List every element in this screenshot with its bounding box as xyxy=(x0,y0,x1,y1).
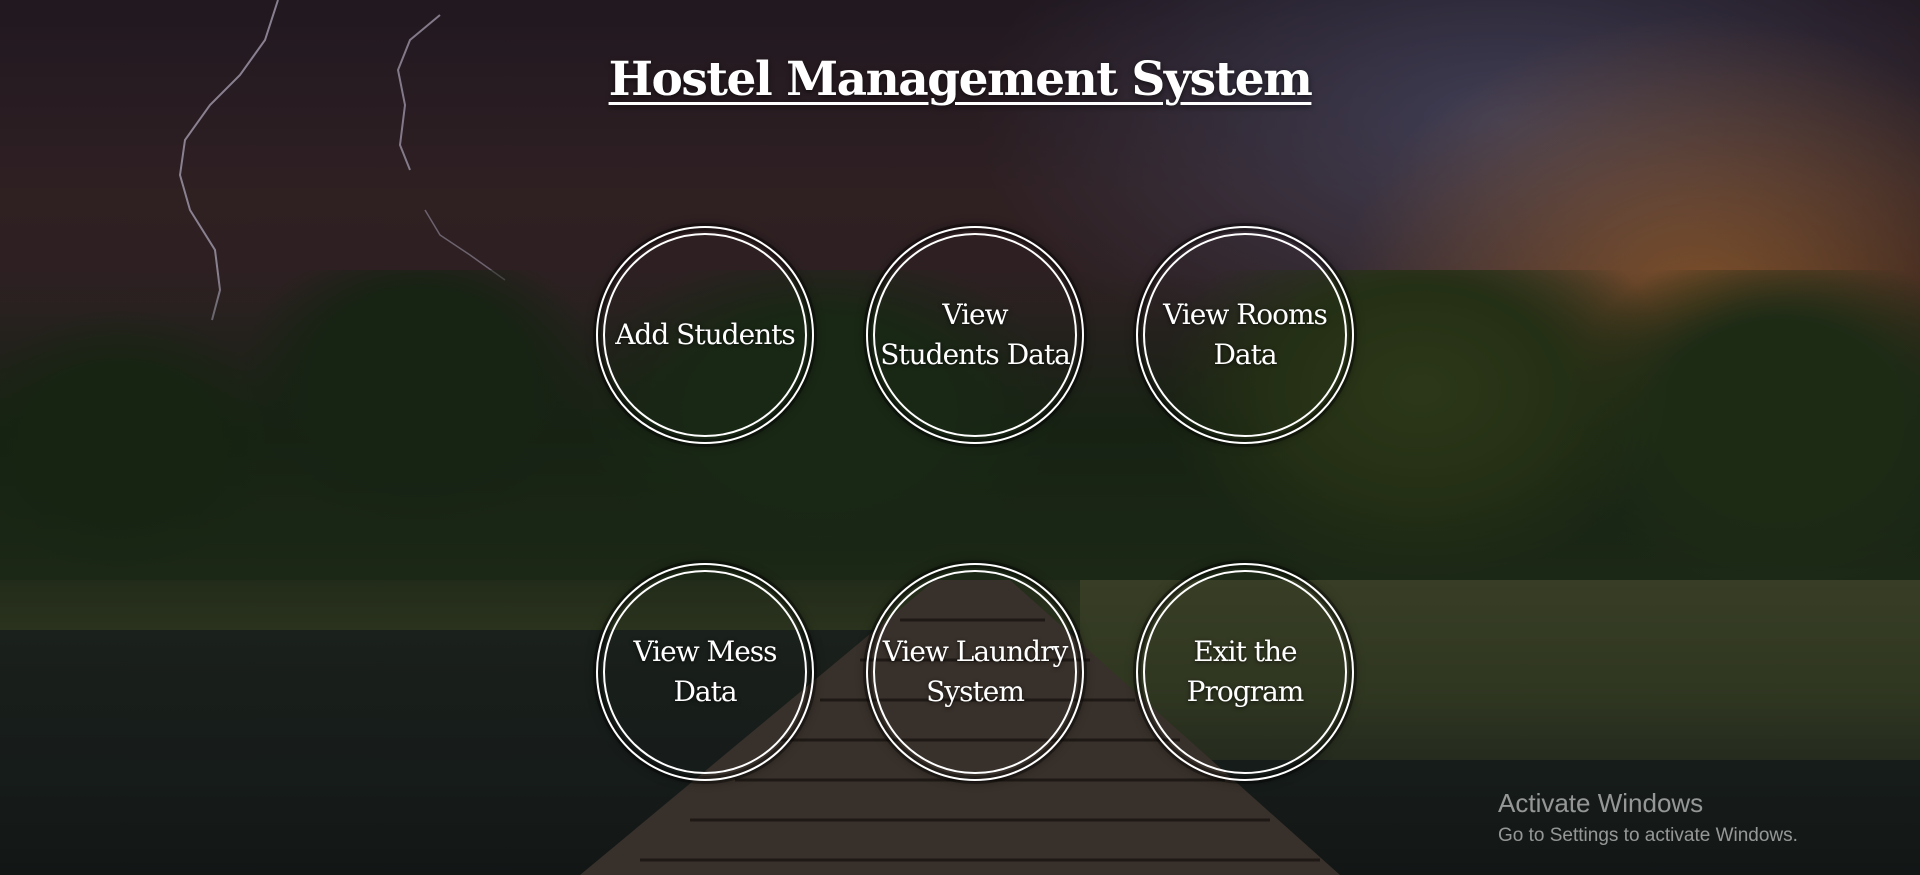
view-laundry-system-button[interactable]: View Laundry System xyxy=(866,563,1084,781)
exit-the-program-label: Exit the Program xyxy=(1186,635,1305,708)
add-students-button[interactable]: Add Students xyxy=(596,226,814,444)
activate-windows-watermark: Activate Windows Go to Settings to activ… xyxy=(1498,786,1798,850)
view-students-data-label: View Students Data xyxy=(880,298,1071,371)
view-laundry-system-label: View Laundry System xyxy=(882,635,1069,708)
view-rooms-data-button[interactable]: View Rooms Data xyxy=(1136,226,1354,444)
view-rooms-data-label: View Rooms Data xyxy=(1163,298,1328,371)
watermark-subtitle: Go to Settings to activate Windows. xyxy=(1498,825,1798,846)
watermark-title: Activate Windows xyxy=(1498,788,1704,818)
page-title: Hostel Management System xyxy=(608,52,1313,107)
view-mess-data-button[interactable]: View Mess Data xyxy=(596,563,814,781)
add-students-label: Add Students xyxy=(615,318,796,351)
view-students-data-button[interactable]: View Students Data xyxy=(866,226,1084,444)
exit-the-program-button[interactable]: Exit the Program xyxy=(1136,563,1354,781)
view-mess-data-label: View Mess Data xyxy=(633,635,777,708)
